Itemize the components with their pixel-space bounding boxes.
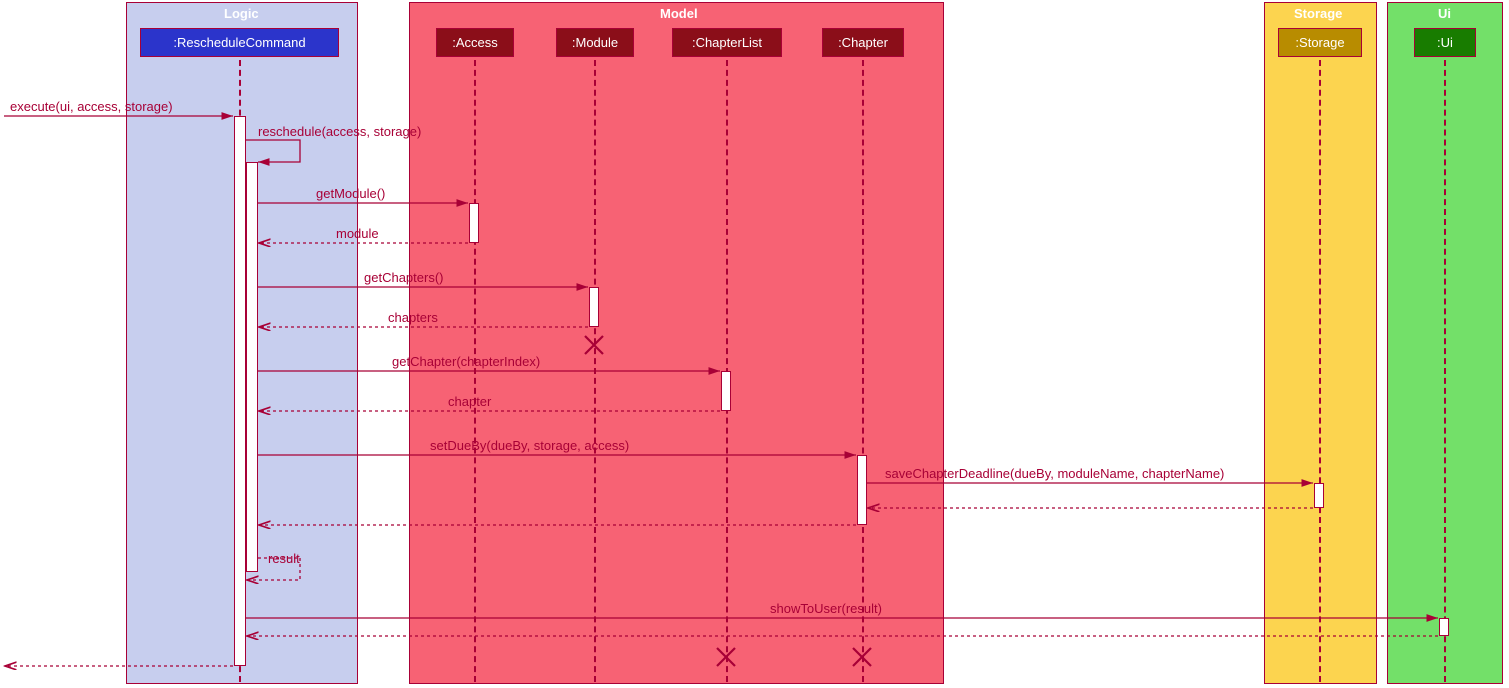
- msg-module: module: [336, 226, 379, 241]
- msg-chapter: chapter: [448, 394, 491, 409]
- msg-reschedule: reschedule(access, storage): [258, 124, 421, 139]
- msg-setdueby: setDueBy(dueBy, storage, access): [430, 438, 629, 453]
- msg-showtouser: showToUser(result): [770, 601, 882, 616]
- msg-execute: execute(ui, access, storage): [10, 99, 173, 114]
- msg-getchapters: getChapters(): [364, 270, 443, 285]
- msg-result: result: [268, 551, 300, 566]
- msg-chapters: chapters: [388, 310, 438, 325]
- msg-getmodule: getModule(): [316, 186, 385, 201]
- arrows-svg: [0, 0, 1509, 688]
- msg-savedeadline: saveChapterDeadline(dueBy, moduleName, c…: [885, 466, 1224, 481]
- msg-getchapter: getChapter(chapterIndex): [392, 354, 540, 369]
